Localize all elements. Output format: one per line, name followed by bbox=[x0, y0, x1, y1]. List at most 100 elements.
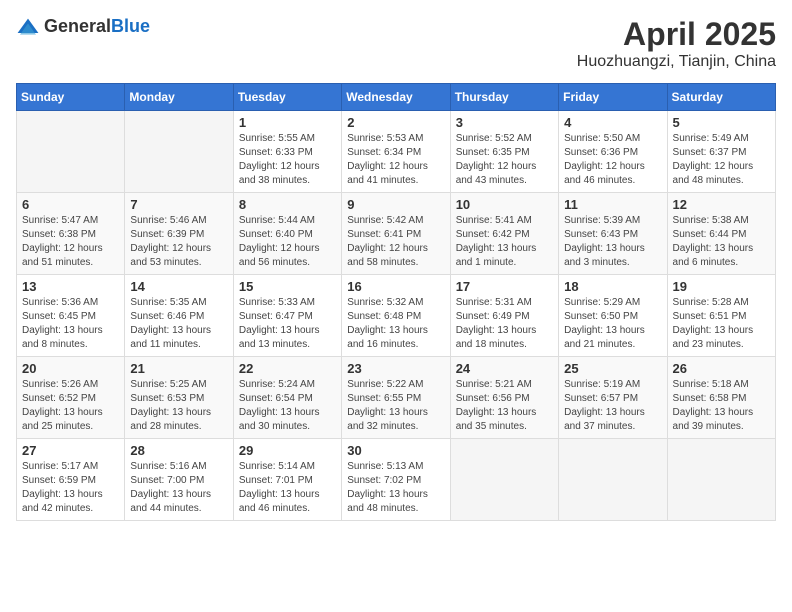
day-number: 10 bbox=[456, 197, 553, 212]
logo-general: General bbox=[44, 16, 111, 36]
day-number: 9 bbox=[347, 197, 444, 212]
day-cell: 9 Sunrise: 5:42 AMSunset: 6:41 PMDaylight… bbox=[342, 193, 450, 275]
day-number: 25 bbox=[564, 361, 661, 376]
day-cell: 1Sunrise: 5:55 AMSunset: 6:33 PMDaylight… bbox=[233, 111, 341, 193]
calendar-header: SundayMondayTuesdayWednesdayThursdayFrid… bbox=[17, 84, 776, 111]
day-cell: 11Sunrise: 5:39 AMSunset: 6:43 PMDayligh… bbox=[559, 193, 667, 275]
day-info: Sunrise: 5:28 AMSunset: 6:51 PMDaylight:… bbox=[673, 296, 770, 352]
day-number: 22 bbox=[239, 361, 336, 376]
day-info: Sunrise: 5:35 AMSunset: 6:46 PMDaylight:… bbox=[130, 296, 227, 352]
day-number: 24 bbox=[456, 361, 553, 376]
day-cell: 5 Sunrise: 5:49 AMSunset: 6:37 PMDaylight… bbox=[667, 111, 775, 193]
calendar-title: April 2025 bbox=[577, 16, 776, 53]
page-header: GeneralBlue April 2025 Huozhuangzi, Tian… bbox=[16, 16, 776, 71]
day-number: 17 bbox=[456, 279, 553, 294]
day-cell: 26 Sunrise: 5:18 AMSunset: 6:58 PMDayligh… bbox=[667, 357, 775, 439]
weekday-header-sunday: Sunday bbox=[17, 84, 125, 111]
day-cell: 15 Sunrise: 5:33 AMSunset: 6:47 PMDayligh… bbox=[233, 275, 341, 357]
day-cell: 23 Sunrise: 5:22 AMSunset: 6:55 PMDayligh… bbox=[342, 357, 450, 439]
day-cell: 22 Sunrise: 5:24 AMSunset: 6:54 PMDayligh… bbox=[233, 357, 341, 439]
title-block: April 2025 Huozhuangzi, Tianjin, China bbox=[577, 16, 776, 71]
day-info: Sunrise: 5:42 AMSunset: 6:41 PMDaylight:… bbox=[347, 214, 444, 270]
day-info: Sunrise: 5:16 AMSunset: 7:00 PMDaylight:… bbox=[130, 460, 227, 516]
logo: GeneralBlue bbox=[16, 16, 150, 37]
day-cell: 30 Sunrise: 5:13 AMSunset: 7:02 PMDayligh… bbox=[342, 439, 450, 521]
day-number: 30 bbox=[347, 443, 444, 458]
day-number: 6 bbox=[22, 197, 119, 212]
day-number: 8 bbox=[239, 197, 336, 212]
day-number: 21 bbox=[130, 361, 227, 376]
day-number: 26 bbox=[673, 361, 770, 376]
day-number: 19 bbox=[673, 279, 770, 294]
day-cell: 4 Sunrise: 5:50 AMSunset: 6:36 PMDaylight… bbox=[559, 111, 667, 193]
day-cell bbox=[17, 111, 125, 193]
day-cell: 3 Sunrise: 5:52 AMSunset: 6:35 PMDaylight… bbox=[450, 111, 558, 193]
week-row-2: 6 Sunrise: 5:47 AMSunset: 6:38 PMDaylight… bbox=[17, 193, 776, 275]
day-info: Sunrise: 5:14 AMSunset: 7:01 PMDaylight:… bbox=[239, 460, 336, 516]
logo-icon bbox=[16, 17, 40, 37]
weekday-header-friday: Friday bbox=[559, 84, 667, 111]
day-cell: 17 Sunrise: 5:31 AMSunset: 6:49 PMDayligh… bbox=[450, 275, 558, 357]
day-number: 23 bbox=[347, 361, 444, 376]
day-number: 5 bbox=[673, 115, 770, 130]
day-info: Sunrise: 5:26 AMSunset: 6:52 PMDaylight:… bbox=[22, 378, 119, 434]
week-row-5: 27 Sunrise: 5:17 AMSunset: 6:59 PMDayligh… bbox=[17, 439, 776, 521]
day-number: 3 bbox=[456, 115, 553, 130]
day-cell: 16 Sunrise: 5:32 AMSunset: 6:48 PMDayligh… bbox=[342, 275, 450, 357]
day-cell: 10 Sunrise: 5:41 AMSunset: 6:42 PMDayligh… bbox=[450, 193, 558, 275]
day-cell: 7Sunrise: 5:46 AMSunset: 6:39 PMDaylight… bbox=[125, 193, 233, 275]
day-number: 1 bbox=[239, 115, 336, 130]
day-info: Sunrise: 5:17 AMSunset: 6:59 PMDaylight:… bbox=[22, 460, 119, 516]
weekday-header-tuesday: Tuesday bbox=[233, 84, 341, 111]
calendar-body: 1Sunrise: 5:55 AMSunset: 6:33 PMDaylight… bbox=[17, 111, 776, 521]
weekday-header-row: SundayMondayTuesdayWednesdayThursdayFrid… bbox=[17, 84, 776, 111]
day-number: 16 bbox=[347, 279, 444, 294]
day-cell: 12 Sunrise: 5:38 AMSunset: 6:44 PMDayligh… bbox=[667, 193, 775, 275]
week-row-1: 1Sunrise: 5:55 AMSunset: 6:33 PMDaylight… bbox=[17, 111, 776, 193]
day-info: Sunrise: 5:41 AMSunset: 6:42 PMDaylight:… bbox=[456, 214, 553, 270]
day-info: Sunrise: 5:36 AMSunset: 6:45 PMDaylight:… bbox=[22, 296, 119, 352]
day-info: Sunrise: 5:18 AMSunset: 6:58 PMDaylight:… bbox=[673, 378, 770, 434]
day-number: 7 bbox=[130, 197, 227, 212]
day-number: 15 bbox=[239, 279, 336, 294]
day-info: Sunrise: 5:24 AMSunset: 6:54 PMDaylight:… bbox=[239, 378, 336, 434]
day-cell: 14 Sunrise: 5:35 AMSunset: 6:46 PMDayligh… bbox=[125, 275, 233, 357]
day-info: Sunrise: 5:50 AMSunset: 6:36 PMDaylight:… bbox=[564, 132, 661, 188]
week-row-3: 13 Sunrise: 5:36 AMSunset: 6:45 PMDayligh… bbox=[17, 275, 776, 357]
day-info: Sunrise: 5:13 AMSunset: 7:02 PMDaylight:… bbox=[347, 460, 444, 516]
day-number: 12 bbox=[673, 197, 770, 212]
day-number: 13 bbox=[22, 279, 119, 294]
day-info: Sunrise: 5:21 AMSunset: 6:56 PMDaylight:… bbox=[456, 378, 553, 434]
day-cell: 13 Sunrise: 5:36 AMSunset: 6:45 PMDayligh… bbox=[17, 275, 125, 357]
day-info: Sunrise: 5:22 AMSunset: 6:55 PMDaylight:… bbox=[347, 378, 444, 434]
day-info: Sunrise: 5:47 AMSunset: 6:38 PMDaylight:… bbox=[22, 214, 119, 270]
day-cell: 21 Sunrise: 5:25 AMSunset: 6:53 PMDayligh… bbox=[125, 357, 233, 439]
weekday-header-wednesday: Wednesday bbox=[342, 84, 450, 111]
day-number: 27 bbox=[22, 443, 119, 458]
day-info: Sunrise: 5:38 AMSunset: 6:44 PMDaylight:… bbox=[673, 214, 770, 270]
day-number: 4 bbox=[564, 115, 661, 130]
day-cell: 2Sunrise: 5:53 AMSunset: 6:34 PMDaylight… bbox=[342, 111, 450, 193]
day-info: Sunrise: 5:52 AMSunset: 6:35 PMDaylight:… bbox=[456, 132, 553, 188]
day-info: Sunrise: 5:25 AMSunset: 6:53 PMDaylight:… bbox=[130, 378, 227, 434]
day-number: 11 bbox=[564, 197, 661, 212]
day-cell: 19 Sunrise: 5:28 AMSunset: 6:51 PMDayligh… bbox=[667, 275, 775, 357]
day-info: Sunrise: 5:32 AMSunset: 6:48 PMDaylight:… bbox=[347, 296, 444, 352]
week-row-4: 20 Sunrise: 5:26 AMSunset: 6:52 PMDayligh… bbox=[17, 357, 776, 439]
weekday-header-saturday: Saturday bbox=[667, 84, 775, 111]
day-info: Sunrise: 5:44 AMSunset: 6:40 PMDaylight:… bbox=[239, 214, 336, 270]
day-cell: 27 Sunrise: 5:17 AMSunset: 6:59 PMDayligh… bbox=[17, 439, 125, 521]
day-info: Sunrise: 5:19 AMSunset: 6:57 PMDaylight:… bbox=[564, 378, 661, 434]
day-info: Sunrise: 5:31 AMSunset: 6:49 PMDaylight:… bbox=[456, 296, 553, 352]
day-number: 14 bbox=[130, 279, 227, 294]
day-info: Sunrise: 5:29 AMSunset: 6:50 PMDaylight:… bbox=[564, 296, 661, 352]
day-info: Sunrise: 5:49 AMSunset: 6:37 PMDaylight:… bbox=[673, 132, 770, 188]
day-cell bbox=[125, 111, 233, 193]
day-number: 20 bbox=[22, 361, 119, 376]
day-cell bbox=[667, 439, 775, 521]
day-info: Sunrise: 5:33 AMSunset: 6:47 PMDaylight:… bbox=[239, 296, 336, 352]
day-number: 2 bbox=[347, 115, 444, 130]
calendar-location: Huozhuangzi, Tianjin, China bbox=[577, 53, 776, 71]
day-cell: 28 Sunrise: 5:16 AMSunset: 7:00 PMDayligh… bbox=[125, 439, 233, 521]
day-number: 28 bbox=[130, 443, 227, 458]
